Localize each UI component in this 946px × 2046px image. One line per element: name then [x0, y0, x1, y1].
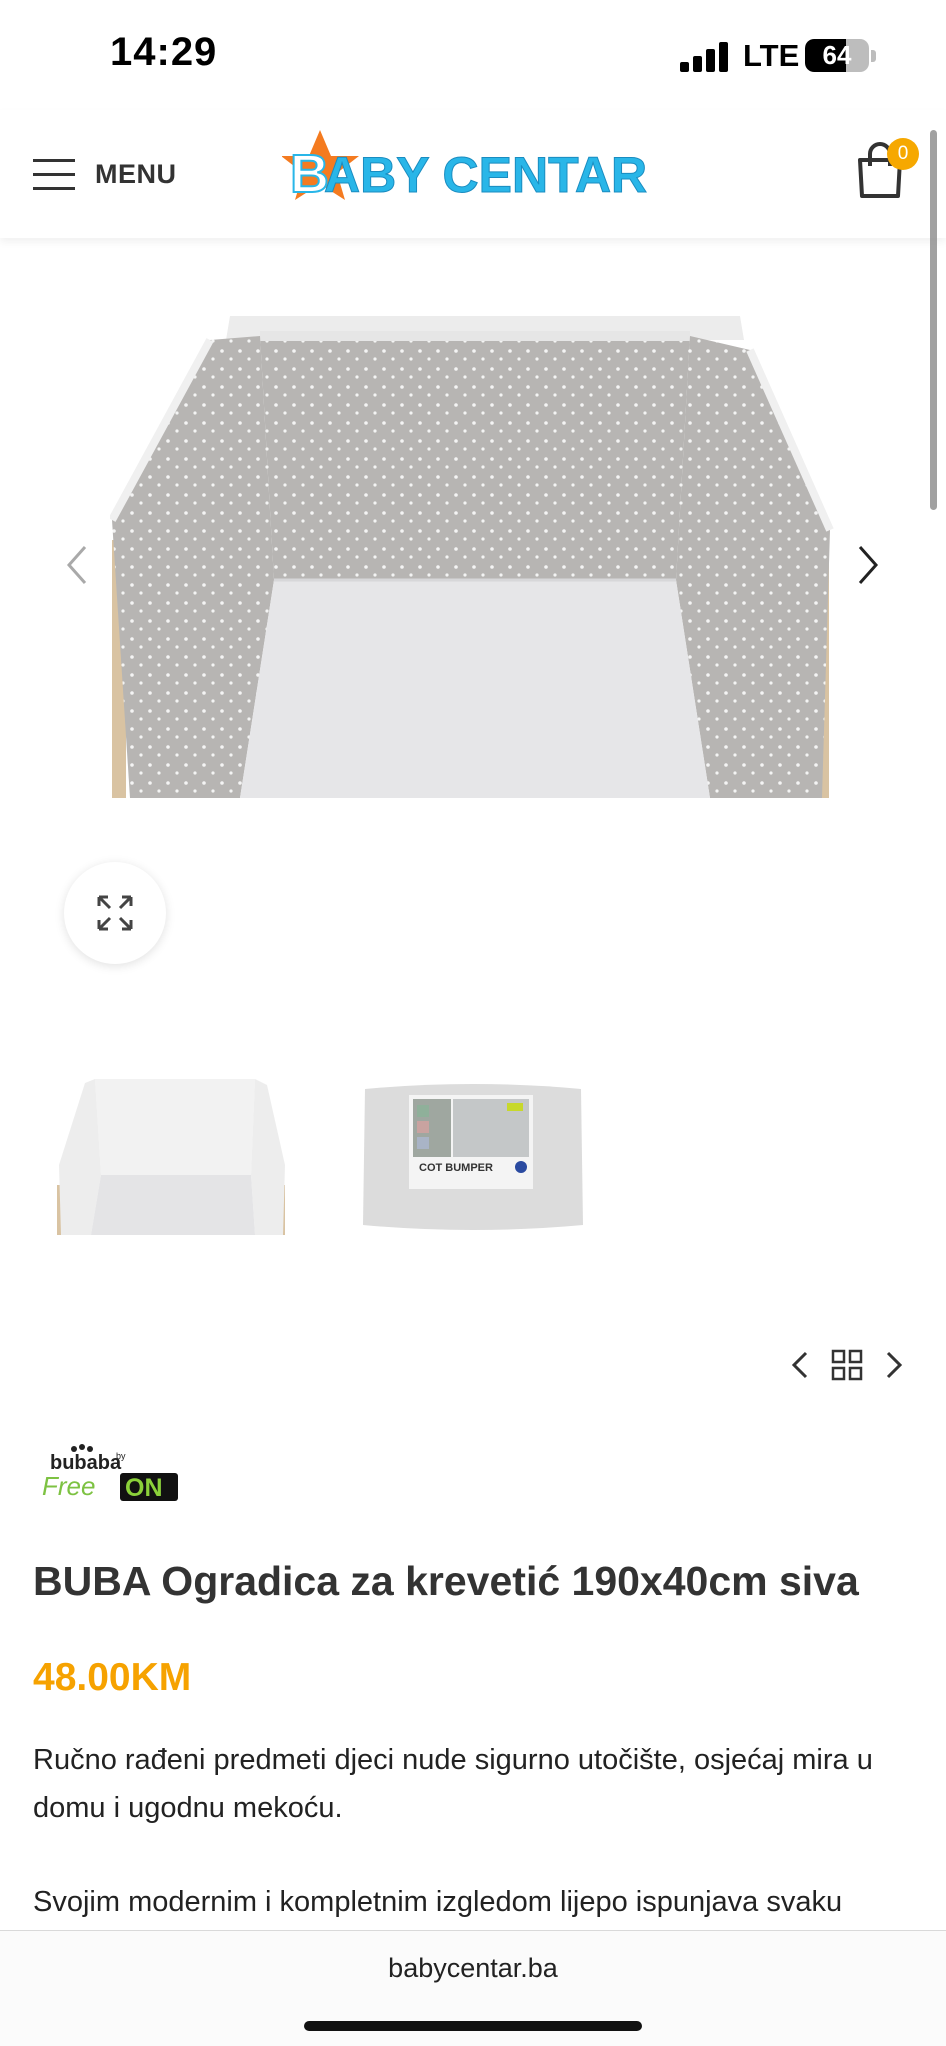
svg-text:Free: Free — [42, 1471, 95, 1501]
svg-text:COT BUMPER: COT BUMPER — [419, 1162, 493, 1174]
svg-text:ABY CENTAR: ABY CENTAR — [324, 147, 647, 203]
browser-address-bar[interactable]: babycentar.ba — [0, 1930, 946, 2046]
next-product-icon[interactable] — [878, 1345, 908, 1385]
battery-tip — [871, 50, 876, 62]
signal-icon — [680, 42, 732, 72]
gallery-next-icon[interactable] — [848, 535, 888, 595]
battery-icon: 64 — [805, 39, 869, 72]
battery-level: 64 — [822, 40, 852, 70]
gallery-prev-icon[interactable] — [57, 535, 97, 595]
product-gallery — [0, 238, 946, 838]
cart-count-badge: 0 — [887, 138, 919, 170]
brand-logo[interactable]: bubaba by Free ON — [40, 1443, 180, 1503]
product-price: 48.00KM — [33, 1656, 192, 1699]
product-description-2: Svojim modernim i kompletnim izgledom li… — [33, 1886, 843, 1918]
main-product-image[interactable] — [110, 310, 834, 798]
site-logo[interactable]: B ABY CENTAR — [282, 126, 662, 222]
product-description-1: Ručno rađeni predmeti djeci nude sigurno… — [33, 1744, 873, 1824]
thumbnail-2[interactable]: COT BUMPER — [357, 1075, 589, 1235]
home-indicator[interactable] — [304, 2021, 642, 2031]
zoom-button[interactable] — [64, 862, 166, 964]
svg-text:ON: ON — [125, 1474, 163, 1502]
product-title: BUBA Ogradica za krevetić 190x40cm siva — [33, 1558, 859, 1604]
status-bar: 14:29 LTE 64 — [0, 0, 946, 110]
network-label: LTE — [743, 38, 800, 73]
hamburger-icon — [33, 157, 75, 191]
all-products-grid-icon[interactable] — [830, 1345, 864, 1385]
menu-label: MENU — [95, 158, 177, 189]
thumbnail-1[interactable] — [55, 1075, 287, 1235]
expand-icon — [97, 895, 133, 931]
site-header: MENU B ABY CENTAR 0 — [0, 110, 946, 238]
prev-product-icon[interactable] — [786, 1345, 816, 1385]
menu-button[interactable]: MENU — [33, 150, 177, 198]
svg-text:by: by — [116, 1451, 126, 1461]
status-time: 14:29 — [110, 30, 218, 74]
url-text[interactable]: babycentar.ba — [0, 1953, 946, 1984]
